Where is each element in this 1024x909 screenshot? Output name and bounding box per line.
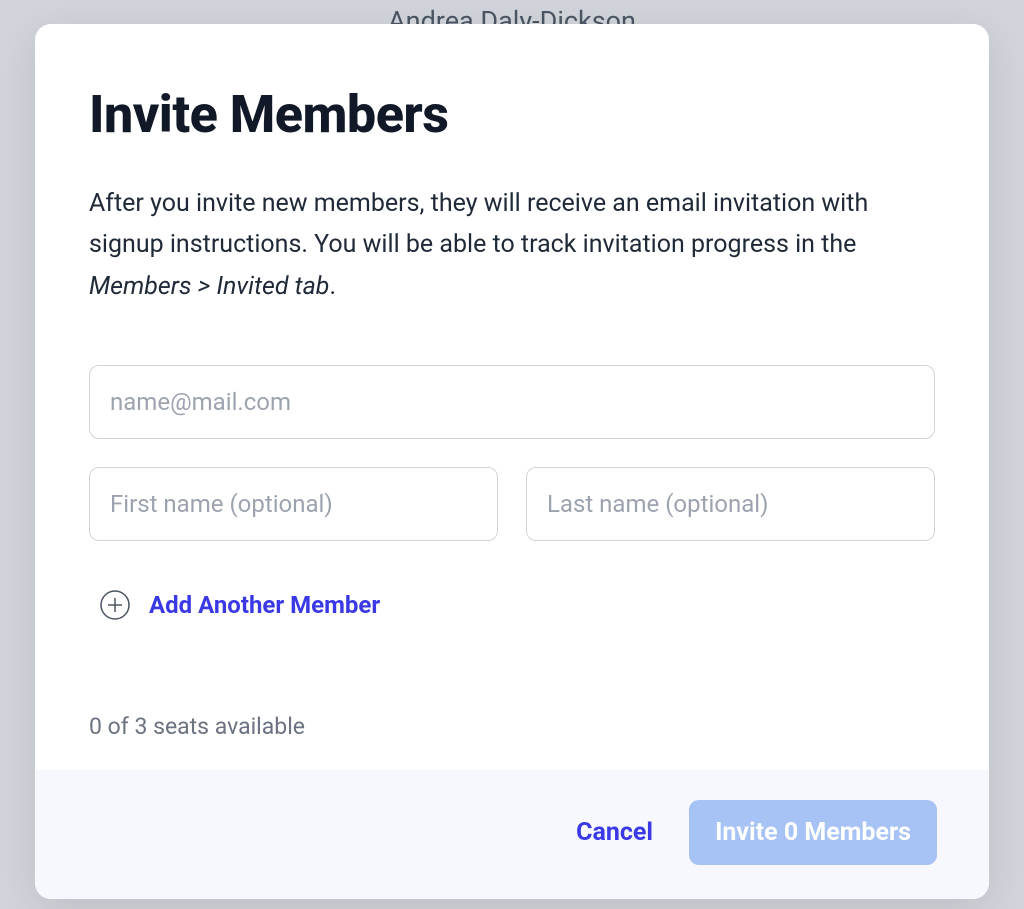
description-text-italic: Members > Invited tab [89, 272, 329, 301]
first-name-field[interactable] [89, 467, 498, 541]
invite-members-button[interactable]: Invite 0 Members [689, 800, 937, 865]
modal-title: Invite Members [89, 84, 935, 145]
plus-circle-icon [99, 589, 131, 621]
description-text-after: . [329, 272, 336, 301]
modal-footer: Cancel Invite 0 Members [35, 770, 989, 899]
seats-available-text: 0 of 3 seats available [89, 713, 935, 740]
description-text-before: After you invite new members, they will … [89, 189, 868, 259]
modal-description: After you invite new members, they will … [89, 183, 935, 307]
add-another-member-button[interactable]: Add Another Member [99, 589, 935, 621]
add-another-member-label: Add Another Member [149, 591, 380, 619]
email-field[interactable] [89, 365, 935, 439]
name-row [89, 467, 935, 541]
last-name-field[interactable] [526, 467, 935, 541]
invite-members-modal: Invite Members After you invite new memb… [35, 24, 989, 899]
cancel-button[interactable]: Cancel [576, 818, 653, 847]
modal-body: Invite Members After you invite new memb… [35, 24, 989, 770]
